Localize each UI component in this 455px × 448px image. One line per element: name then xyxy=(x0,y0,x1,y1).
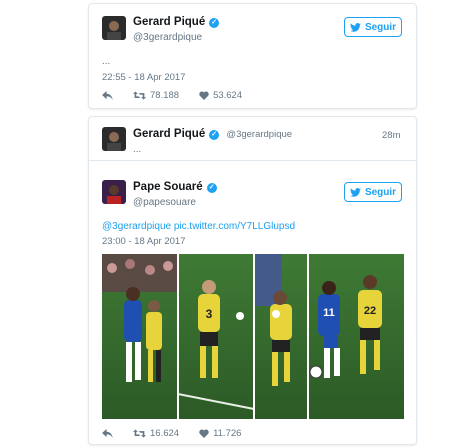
follow-label: Seguir xyxy=(364,21,397,33)
twitter-bird-icon xyxy=(350,22,361,32)
tweet-card-pique: Gerard Piqué ✓ @3gerardpique Seguir ... 2… xyxy=(88,3,417,109)
svg-text:22: 22 xyxy=(364,305,376,317)
quoted-tweet[interactable]: Gerard Piqué ✓ @3gerardpique 28m ... xyxy=(89,117,416,161)
retweet-button[interactable]: 78.188 xyxy=(133,90,179,101)
quoted-text: ... xyxy=(133,144,142,155)
tweet-actions: 16.624 11.726 xyxy=(102,428,261,439)
follow-label: Seguir xyxy=(364,186,397,198)
verified-icon: ✓ xyxy=(209,18,220,28)
like-button[interactable]: 11.726 xyxy=(199,428,241,439)
tweet-timestamp[interactable]: 23:00 - 18 Apr 2017 xyxy=(102,236,185,247)
avatar-souare[interactable] xyxy=(102,180,126,204)
heart-icon xyxy=(199,429,209,438)
verified-icon: ✓ xyxy=(209,130,220,140)
author-handle[interactable]: @3gerardpique xyxy=(133,32,202,43)
author-name[interactable]: Pape Souaré ✓ xyxy=(133,181,217,193)
quoted-time[interactable]: 28m xyxy=(382,130,400,141)
retweet-count: 16.624 xyxy=(150,428,180,439)
like-count: 11.726 xyxy=(213,428,242,439)
author-name[interactable]: Gerard Piqué ✓ xyxy=(133,16,220,28)
retweet-button[interactable]: 16.624 xyxy=(133,428,179,439)
retweet-icon xyxy=(133,429,146,438)
retweet-icon xyxy=(133,91,146,100)
heart-icon xyxy=(199,91,209,100)
quoted-avatar[interactable] xyxy=(102,127,126,151)
tweet-actions: 78.188 53.624 xyxy=(102,90,262,101)
author-handle[interactable]: @papesouare xyxy=(133,197,196,208)
reply-button[interactable] xyxy=(102,91,113,100)
media-link[interactable]: pic.twitter.com/Y7LLGlupsd xyxy=(174,221,295,232)
tweet-text: ... xyxy=(102,56,111,67)
match-photo-collage: 3 11 22 xyxy=(102,254,404,419)
svg-text:3: 3 xyxy=(206,307,213,321)
twitter-bird-icon xyxy=(350,187,361,197)
tweet-card-souare: Gerard Piqué ✓ @3gerardpique 28m ... Pape… xyxy=(88,116,417,445)
verified-icon: ✓ xyxy=(206,183,217,193)
like-button[interactable]: 53.624 xyxy=(199,90,242,101)
retweet-count: 78.188 xyxy=(150,90,180,101)
svg-text:11: 11 xyxy=(323,307,335,319)
follow-button[interactable]: Seguir xyxy=(344,182,402,202)
reply-icon xyxy=(102,91,113,100)
tweet-text: @3gerardpique pic.twitter.com/Y7LLGlupsd xyxy=(102,221,295,232)
quoted-author-name[interactable]: Gerard Piqué ✓ @3gerardpique xyxy=(133,128,292,140)
follow-button[interactable]: Seguir xyxy=(344,17,402,37)
like-count: 53.624 xyxy=(213,90,243,101)
tweet-timestamp[interactable]: 22:55 - 18 Apr 2017 xyxy=(102,72,185,83)
quoted-author-handle[interactable]: @3gerardpique xyxy=(226,129,292,140)
mention-link[interactable]: @3gerardpique xyxy=(102,221,171,232)
tweet-photo[interactable]: 3 11 22 xyxy=(102,254,404,419)
reply-button[interactable] xyxy=(102,429,113,438)
reply-icon xyxy=(102,429,113,438)
avatar-pique[interactable] xyxy=(102,16,126,40)
